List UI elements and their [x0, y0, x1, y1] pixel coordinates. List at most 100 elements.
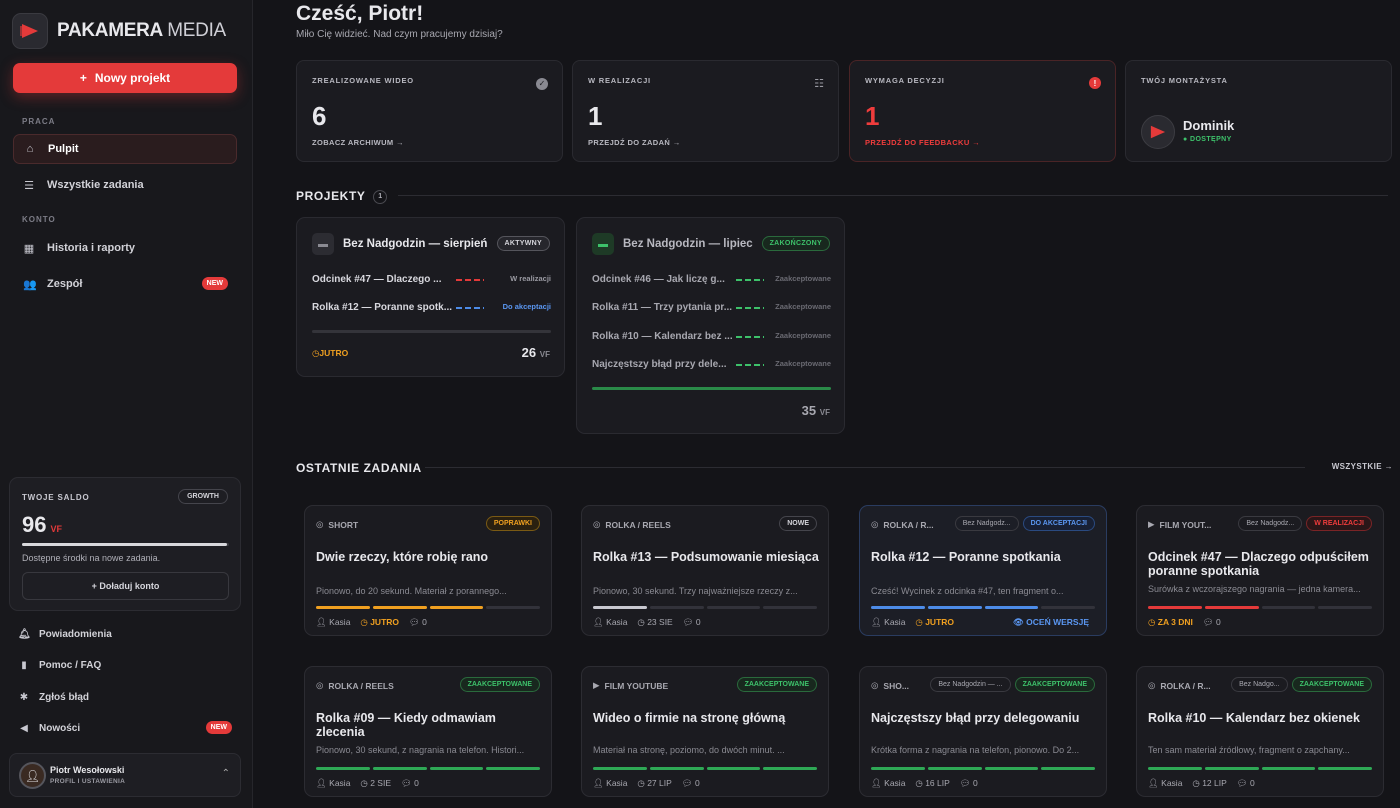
task-title: Rolka #12 — Poranne spotkania — [871, 550, 1061, 564]
project-card[interactable]: ▬ Bez Nadgodzin — sierpień AKTYWNY Odcin… — [296, 217, 565, 377]
user-name: Piotr Wesołowski — [50, 765, 125, 775]
task-progress — [871, 606, 1095, 609]
project-row[interactable]: Rolka #12 — Poranne spotk... Do akceptacj… — [312, 302, 551, 313]
task-card[interactable]: ▶ FILM YOUTUBE ZAAKCEPTOWANE Wideo o firm… — [581, 666, 829, 797]
clock-icon: ◷ JUTRO — [360, 617, 400, 627]
clock-icon: ◷ ZA 3 DNI — [1148, 617, 1193, 627]
stat-title: WYMAGA DECYZJI — [865, 76, 945, 85]
task-card[interactable]: ◎ ROLKA / R... Bez Nadgodz... DO AKCEPTACJ… — [859, 505, 1107, 636]
task-desc: Cześć! Wycinek z odcinka #47, ten fragme… — [871, 586, 1064, 596]
status-badge: NOWE — [779, 516, 817, 531]
projects-heading: PROJEKTY 1 — [296, 189, 388, 204]
project-row[interactable]: Rolka #11 — Trzy pytania pr... Zaakceptow… — [592, 302, 831, 313]
play-logo-icon — [12, 13, 48, 49]
home-icon: ⌂ — [26, 143, 34, 155]
task-card[interactable]: ◎ ROLKA / REELS ZAAKCEPTOWANE Rolka #09 —… — [304, 666, 552, 797]
balance-desc: Dostępne środki na nowe zadania. — [22, 553, 161, 563]
sidebar-item-label: Wszystkie zadania — [47, 179, 144, 191]
feedback-link[interactable]: PRZEJDŹ DO FEEDBACKU → — [865, 138, 980, 147]
status-badge: POPRAWKI — [485, 516, 540, 531]
checklist-icon: ☷ — [814, 78, 824, 90]
task-meta: 👤︎ Kasia ◷ 23 SIE 💬︎ 0 — [593, 617, 823, 628]
user-icon: 👤︎ Kasia — [593, 778, 628, 788]
divider — [425, 467, 1305, 468]
sidebar-item-label: Zgłoś błąd — [39, 692, 89, 703]
stat-title: TWÓJ MONTAŻYSTA — [1141, 76, 1228, 85]
user-icon: 👤︎ Kasia — [871, 778, 906, 788]
task-card[interactable]: ◎ SHORT POPRAWKI Dwie rzeczy, które robię… — [304, 505, 552, 636]
task-desc: Pionowo, 30 sekund, z nagrania na telefo… — [316, 745, 525, 755]
status-badge: ZAAKCEPTOWANE — [1291, 677, 1372, 692]
task-card[interactable]: ◎ ROLKA / R... Bez Nadgo... ZAAKCEPTOWANE … — [1136, 666, 1384, 797]
brand-logo[interactable]: PAKAMERA MEDIA — [12, 13, 226, 49]
bug-icon: ✱ — [19, 692, 29, 703]
editor-avatar — [1141, 115, 1175, 149]
task-card[interactable]: ◎ SHO... Bez Nadgodzin — ... ZAAKCEPTOWANE… — [859, 666, 1107, 797]
user-menu[interactable]: 👤︎ Piotr Wesołowski PROFIL I USTAWIENIA … — [9, 753, 241, 797]
new-project-button[interactable]: + Nowy projekt — [13, 63, 237, 93]
status-badge: W REALIZACJI — [1306, 516, 1372, 531]
task-card[interactable]: ◎ ROLKA / REELS NOWE Rolka #13 — Podsumow… — [581, 505, 829, 636]
calendar-icon: ▦ — [23, 242, 35, 255]
stat-title: W REALIZACJI — [588, 76, 651, 85]
page-title: Cześć, Piotr! — [296, 2, 424, 25]
brand-name: PAKAMERA MEDIA — [57, 20, 226, 41]
project-row[interactable]: Najczęstszy błąd przy dele... Zaakceptowa… — [592, 359, 831, 370]
task-desc: Krótka forma z nagrania na telefon, pion… — [871, 745, 1080, 755]
sidebar-item-all-tasks[interactable]: ☰ Wszystkie zadania — [13, 170, 237, 200]
project-card[interactable]: ▬ Bez Nadgodzin — lipiec ZAKOŃCZONY Odci… — [576, 217, 845, 434]
review-version-button[interactable]: 👁︎ OCEŃ WERSJĘ — [1013, 617, 1089, 628]
chevron-up-icon: ⌃ — [221, 768, 230, 779]
page-subtitle: Miło Cię widzieć. Nad czym pracujemy dzi… — [296, 29, 503, 40]
sidebar-item-news[interactable]: ◀ Nowości NEW — [18, 721, 232, 734]
instagram-icon: ◎ — [871, 519, 879, 529]
topup-button[interactable]: + Doładuj konto — [22, 572, 229, 600]
new-badge: NEW — [201, 277, 228, 290]
folder-icon: ▬ — [592, 233, 614, 255]
task-category: ▶ FILM YOUTUBE — [593, 680, 669, 691]
task-desc: Pionowo, 30 sekund. Trzy najważniejsze r… — [593, 586, 798, 596]
comment-icon: 💬︎ 0 — [1236, 778, 1255, 788]
plus-icon: + — [79, 71, 87, 85]
sidebar-item-notifications[interactable]: 🔔︎ Powiadomienia — [18, 629, 232, 640]
instagram-icon: ◎ — [316, 519, 324, 529]
all-tasks-link[interactable]: WSZYSTKIE → — [1332, 462, 1393, 471]
project-vf: 26 VF — [521, 345, 550, 360]
sidebar-item-help[interactable]: ▮ Pomoc / FAQ — [18, 660, 232, 671]
stat-needs-decision: WYMAGA DECYZJI ! 1 PRZEJDŹ DO FEEDBACKU … — [849, 60, 1116, 162]
instagram-icon: ◎ — [316, 680, 324, 690]
sidebar-item-dashboard[interactable]: ⌂ Pulpit — [13, 134, 237, 164]
project-vf: 35 VF — [801, 403, 830, 418]
instagram-icon: ◎ — [593, 519, 601, 529]
sidebar: PAKAMERA MEDIA + Nowy projekt PRACA ⌂ Pulp… — [0, 0, 253, 808]
balance-card: TWOJE SALDO GROWTH 96 VF Dostępne środki … — [9, 477, 241, 611]
task-category: ◎ ROLKA / REELS — [593, 519, 671, 530]
sidebar-item-history[interactable]: ▦ Historia i raporty — [13, 233, 237, 263]
project-progress — [312, 330, 551, 333]
book-icon: ▮ — [21, 660, 27, 671]
user-icon: 👤︎ Kasia — [316, 617, 351, 627]
youtube-icon: ▶ — [1148, 519, 1155, 529]
archive-link[interactable]: ZOBACZ ARCHIWUM → — [312, 138, 404, 147]
project-row[interactable]: Odcinek #47 — Dlaczego ... W realizacji — [312, 274, 551, 285]
divider — [398, 195, 1388, 196]
task-category: ◎ SHO... — [871, 680, 909, 691]
recent-tasks-heading: OSTATNIE ZADANIA — [296, 461, 422, 475]
sidebar-item-team[interactable]: 👥 Zespół NEW — [13, 269, 237, 299]
status-badge: ZAAKCEPTOWANE — [459, 677, 540, 692]
tasks-link[interactable]: PRZEJDŹ DO ZADAŃ → — [588, 138, 681, 147]
project-title: Bez Nadgodzin — sierpień — [343, 238, 488, 250]
sidebar-item-report-bug[interactable]: ✱ Zgłoś błąd — [18, 692, 232, 703]
project-row[interactable]: Odcinek #46 — Jak liczę g... Zaakceptowan… — [592, 274, 831, 285]
user-icon: 👤︎ Kasia — [316, 778, 351, 788]
sidebar-item-label: Zespół — [47, 278, 83, 290]
project-tag: Bez Nadgodzin — ... — [930, 677, 1011, 692]
plan-badge: GROWTH — [178, 489, 228, 504]
instagram-icon: ◎ — [1148, 680, 1156, 690]
task-card[interactable]: ▶ FILM YOUT... Bez Nadgodz... W REALIZACJI… — [1136, 505, 1384, 636]
project-tag: Bez Nadgodz... — [954, 516, 1019, 531]
status-badge: DO AKCEPTACJI — [1022, 516, 1095, 531]
project-row[interactable]: Rolka #10 — Kalendarz bez ... Zaakceptowa… — [592, 331, 831, 342]
editor-status: ● DOSTĘPNY — [1183, 136, 1232, 143]
task-meta: 👤︎ Kasia ◷ JUTRO 💬︎ 0 — [316, 617, 546, 628]
